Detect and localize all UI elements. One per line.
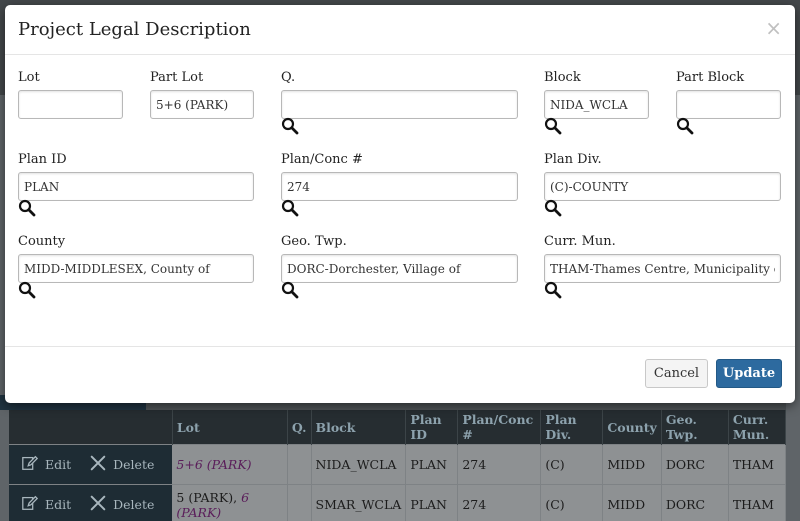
edit-icon — [21, 454, 39, 475]
update-button[interactable]: Update — [716, 359, 782, 388]
project-legal-description-dialog: Project Legal Description × Lot Part Lot… — [5, 5, 795, 403]
curr-mun-input[interactable] — [544, 254, 781, 283]
row-actions: Edit Delete — [9, 444, 173, 485]
q-input[interactable] — [281, 90, 518, 119]
cell-geo-twp: DORC — [661, 484, 729, 521]
cell-county: MIDD — [602, 484, 662, 521]
curr-mun-label: Curr. Mun. — [544, 234, 616, 249]
county-field-group: County — [18, 233, 254, 283]
modal-title: Project Legal Description — [18, 19, 251, 40]
county-input[interactable] — [18, 254, 254, 283]
delete-icon — [89, 454, 107, 475]
lot-input[interactable] — [18, 90, 123, 119]
q-field-group: Q. — [281, 69, 518, 119]
lot-label: Lot — [18, 70, 40, 85]
close-icon[interactable]: × — [765, 18, 782, 38]
col-header-plan-id[interactable]: Plan ID — [405, 410, 459, 445]
lot-italic: 5+6 (PARK) — [176, 457, 252, 472]
part-lot-input[interactable] — [150, 90, 254, 119]
cancel-button[interactable]: Cancel — [645, 359, 708, 388]
table-row: Edit Delete 5 (PARK), 6 (PARK) SMAR_WCLA… — [9, 484, 787, 521]
plan-conc-search-icon[interactable] — [281, 199, 299, 217]
delete-button[interactable]: Delete — [89, 454, 154, 475]
plan-id-input[interactable] — [18, 172, 254, 201]
plan-conc-field-group: Plan/Conc # — [281, 151, 518, 201]
cell-plan-div: (C) — [540, 444, 604, 485]
plan-id-search-icon[interactable] — [18, 199, 36, 217]
cell-curr-mun: THAM — [728, 444, 787, 485]
col-header-block[interactable]: Block — [311, 410, 407, 445]
actions-header — [9, 410, 173, 445]
lot-field-group: Lot — [18, 69, 123, 119]
edit-icon — [21, 494, 39, 515]
block-search-icon[interactable] — [544, 117, 562, 135]
cell-curr-mun: THAM — [728, 484, 787, 521]
block-input[interactable] — [544, 90, 649, 119]
delete-label: Delete — [113, 497, 155, 513]
delete-button[interactable]: Delete — [89, 494, 154, 515]
county-search-icon[interactable] — [18, 281, 36, 299]
part-lot-field-group: Part Lot — [150, 69, 254, 119]
legal-description-table: Lot Q. Block Plan ID Plan/Conc # Plan Di… — [9, 410, 787, 521]
county-label: County — [18, 234, 66, 249]
plan-div-search-icon[interactable] — [544, 199, 562, 217]
edit-label: Edit — [45, 457, 72, 472]
cell-plan-id: PLAN — [405, 484, 459, 521]
col-header-plan-div[interactable]: Plan Div. — [540, 410, 604, 445]
col-header-geo-twp[interactable]: Geo. Twp. — [661, 410, 729, 445]
edit-button[interactable]: Edit — [21, 454, 71, 475]
cell-plan-div: (C) — [540, 484, 604, 521]
geo-twp-search-icon[interactable] — [281, 281, 299, 299]
col-header-plan-conc[interactable]: Plan/Conc # — [457, 410, 542, 445]
geo-twp-label: Geo. Twp. — [281, 234, 347, 249]
part-block-search-icon[interactable] — [676, 117, 694, 135]
col-header-lot[interactable]: Lot — [172, 410, 288, 445]
cell-county: MIDD — [602, 444, 662, 485]
plan-conc-input[interactable] — [281, 172, 518, 201]
block-label: Block — [544, 70, 581, 85]
geo-twp-input[interactable] — [281, 254, 518, 283]
col-header-county[interactable]: County — [602, 410, 662, 445]
curr-mun-field-group: Curr. Mun. — [544, 233, 781, 283]
col-header-q[interactable]: Q. — [287, 410, 312, 445]
modal-header: Project Legal Description × — [5, 5, 795, 55]
plan-div-input[interactable] — [544, 172, 781, 201]
block-field-group: Block — [544, 69, 649, 119]
col-header-curr-mun[interactable]: Curr. Mun. — [728, 410, 787, 445]
cell-block: SMAR_WCLA — [311, 484, 407, 521]
row-actions: Edit Delete — [9, 484, 173, 521]
part-lot-label: Part Lot — [150, 70, 204, 85]
cell-plan-conc: 274 — [457, 484, 542, 521]
part-block-label: Part Block — [676, 70, 745, 85]
edit-label: Edit — [45, 497, 72, 513]
plan-id-label: Plan ID — [18, 152, 67, 167]
cell-q — [287, 484, 312, 521]
edit-button[interactable]: Edit — [21, 494, 71, 515]
cell-block: NIDA_WCLA — [311, 444, 407, 485]
delete-label: Delete — [113, 457, 155, 472]
geo-twp-field-group: Geo. Twp. — [281, 233, 518, 283]
cell-geo-twp: DORC — [661, 444, 729, 485]
cell-plan-conc: 274 — [457, 444, 542, 485]
part-block-field-group: Part Block — [676, 69, 781, 119]
plan-div-field-group: Plan Div. — [544, 151, 781, 201]
plan-conc-label: Plan/Conc # — [281, 152, 363, 167]
part-block-input[interactable] — [676, 90, 781, 119]
table-row: Edit Delete 5+6 (PARK) NIDA_WCLA PLAN 27… — [9, 444, 787, 485]
plan-div-label: Plan Div. — [544, 152, 602, 167]
q-search-icon[interactable] — [281, 117, 299, 135]
curr-mun-search-icon[interactable] — [544, 281, 562, 299]
lot-plain: 5 (PARK), — [176, 489, 242, 505]
plan-id-field-group: Plan ID — [18, 151, 254, 201]
cell-lot: 5 (PARK), 6 (PARK) — [172, 484, 288, 521]
table-header-row: Lot Q. Block Plan ID Plan/Conc # Plan Di… — [9, 410, 787, 445]
cell-lot: 5+6 (PARK) — [172, 444, 288, 485]
cell-q — [287, 444, 312, 485]
q-label: Q. — [281, 70, 296, 85]
delete-icon — [89, 494, 107, 515]
cell-plan-id: PLAN — [405, 444, 459, 485]
